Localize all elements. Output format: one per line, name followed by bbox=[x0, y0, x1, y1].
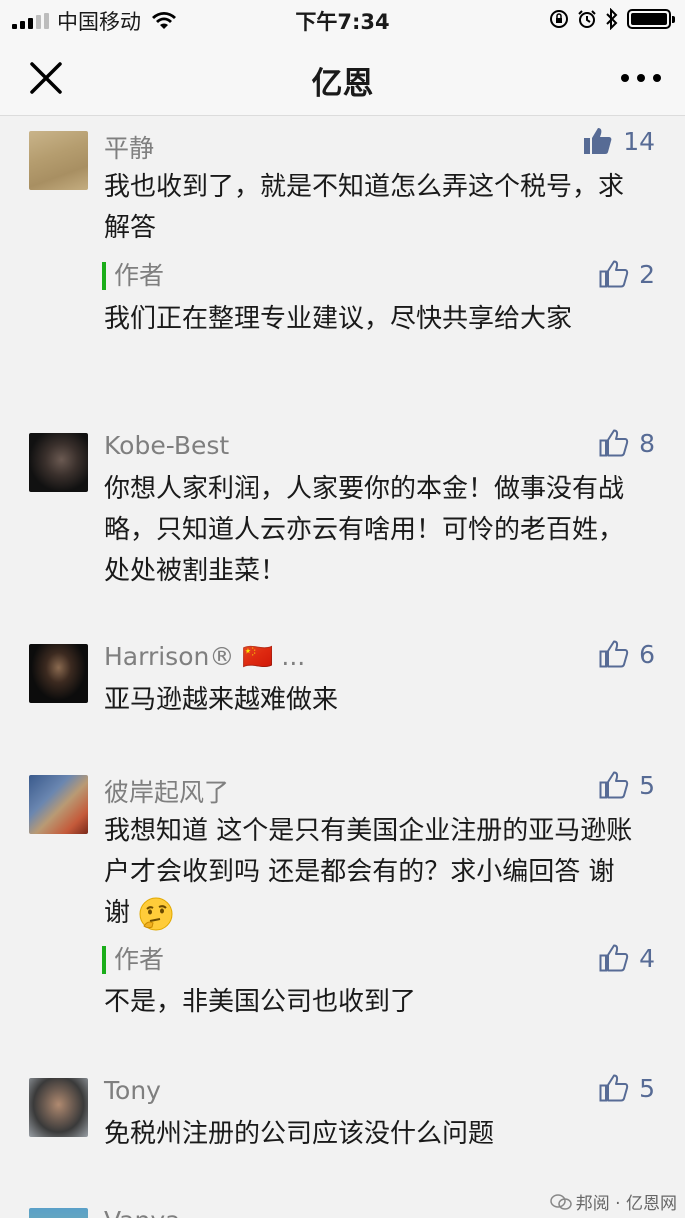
avatar[interactable] bbox=[29, 1078, 88, 1137]
like-button[interactable]: 6 bbox=[599, 639, 655, 669]
reply-text: 不是，非美国公司也收到了 bbox=[104, 987, 417, 1017]
comment-text-body: 我想知道 这个是只有美国企业注册的亚马逊账户才会收到吗 还是都会有的？求小编回答… bbox=[104, 816, 633, 928]
like-button[interactable]: 5 bbox=[599, 770, 655, 800]
bluetooth-icon bbox=[606, 8, 618, 30]
like-count: 5 bbox=[639, 1073, 655, 1103]
watermark: 邦阅 · 亿恩网 bbox=[550, 1189, 677, 1214]
like-button[interactable]: 14 bbox=[583, 126, 655, 156]
reply-like-button[interactable]: 2 bbox=[599, 259, 655, 289]
avatar[interactable] bbox=[29, 775, 88, 834]
comment-text: 免税州注册的公司应该没什么问题 bbox=[104, 1119, 495, 1149]
page-title: 亿恩 bbox=[311, 66, 374, 102]
thumbs-up-icon bbox=[599, 429, 629, 457]
avatar[interactable] bbox=[29, 131, 88, 190]
like-count: 5 bbox=[639, 770, 655, 800]
thumbs-up-icon bbox=[599, 260, 629, 288]
orientation-lock-icon bbox=[550, 10, 568, 28]
more-icon[interactable] bbox=[621, 74, 661, 82]
like-button[interactable]: 8 bbox=[599, 428, 655, 458]
alarm-icon bbox=[578, 10, 596, 28]
thumbs-up-icon bbox=[599, 771, 629, 799]
author-reply-label: 作者 bbox=[102, 262, 164, 290]
thumbs-up-icon bbox=[599, 640, 629, 668]
comment-text: 我也收到了，就是不知道怎么弄这个税号，求解答 bbox=[104, 172, 625, 243]
avatar[interactable] bbox=[29, 433, 88, 492]
like-count: 4 bbox=[639, 943, 655, 973]
author-reply-label: 作者 bbox=[102, 946, 164, 974]
thumbs-up-icon bbox=[599, 1074, 629, 1102]
reply-like-button[interactable]: 4 bbox=[599, 943, 655, 973]
avatar[interactable] bbox=[29, 644, 88, 703]
username[interactable]: Tony bbox=[104, 1076, 161, 1105]
username[interactable]: 平静 bbox=[104, 129, 154, 165]
username[interactable]: Harrison® 🇨🇳 ... bbox=[104, 642, 305, 672]
watermark-text: 邦阅 · 亿恩网 bbox=[575, 1194, 677, 1214]
thinking-face-emoji-icon bbox=[139, 897, 173, 930]
like-count: 2 bbox=[639, 259, 655, 289]
comment-text: 亚马逊越来越难做来 bbox=[104, 685, 339, 715]
username[interactable]: Vanya bbox=[104, 1206, 180, 1218]
like-count: 6 bbox=[639, 639, 655, 669]
like-count: 8 bbox=[639, 428, 655, 458]
reply-text: 我们正在整理专业建议，尽快共享给大家 bbox=[104, 304, 573, 334]
status-bar: 中国移动 下午7:34 bbox=[0, 0, 685, 38]
avatar[interactable] bbox=[29, 1208, 88, 1218]
username[interactable]: 彼岸起风了 bbox=[104, 773, 229, 809]
comment-text: 我想知道 这个是只有美国企业注册的亚马逊账户才会收到吗 还是都会有的？求小编回答… bbox=[104, 811, 639, 934]
thumbs-up-icon bbox=[599, 944, 629, 972]
thumbs-up-filled-icon bbox=[584, 128, 612, 154]
username[interactable]: Kobe-Best bbox=[104, 431, 229, 460]
like-count: 14 bbox=[623, 126, 655, 156]
like-button[interactable]: 5 bbox=[599, 1073, 655, 1103]
battery-icon bbox=[627, 9, 675, 29]
nav-bar: 亿恩 bbox=[0, 38, 685, 116]
comment-text: 你想人家利润，人家要你的本金！做事没有战略，只知道人云亦云有啥用！可怜的老百姓，… bbox=[104, 474, 625, 586]
wechat-logo-icon bbox=[550, 1193, 572, 1210]
